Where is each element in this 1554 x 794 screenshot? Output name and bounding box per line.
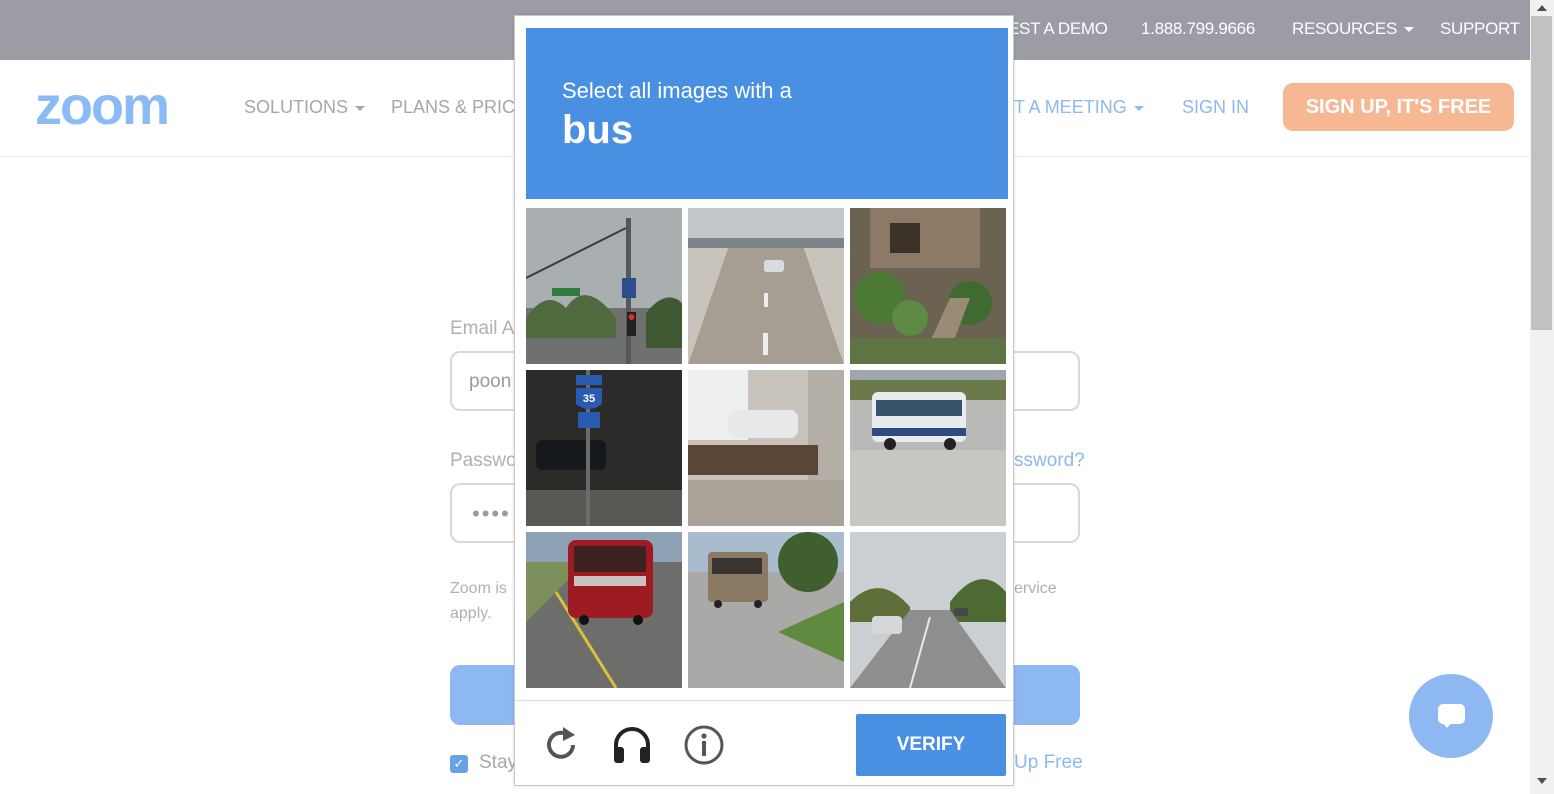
captcha-tile-2[interactable]	[688, 208, 844, 364]
chat-button[interactable]	[1409, 674, 1493, 758]
terms-of-service-link[interactable]: ervice	[1014, 580, 1057, 598]
password-mask: ••••	[472, 501, 511, 526]
audio-challenge-icon[interactable]	[610, 723, 654, 767]
chat-bubble-icon	[1438, 704, 1465, 724]
captcha-challenge-dialog: Select all images with a bus 35 VERIFY	[514, 15, 1014, 786]
nav-sign-in[interactable]: SIGN IN	[1182, 97, 1249, 118]
email-value: poon	[469, 371, 512, 392]
nav-host-meeting-label: T A MEETING	[1014, 97, 1127, 117]
nav-solutions[interactable]: SOLUTIONS	[244, 97, 366, 118]
email-label: Email A	[450, 318, 515, 339]
resources-label: RESOURCES	[1292, 19, 1397, 38]
captcha-image-grid: 35	[526, 208, 1008, 690]
captcha-tile-1[interactable]	[526, 208, 682, 364]
phone-number-link[interactable]: 1.888.799.9666	[1141, 19, 1255, 39]
scrollbar-thumb[interactable]	[1531, 16, 1552, 330]
captcha-footer: VERIFY	[515, 700, 1013, 787]
request-demo-link[interactable]: EST A DEMO	[1008, 19, 1108, 39]
terms-text-apply: apply.	[450, 605, 492, 622]
terms-text-left: Zoom is	[450, 580, 507, 597]
chevron-down-icon	[355, 105, 366, 111]
chevron-down-icon	[1404, 27, 1414, 33]
info-icon[interactable]	[682, 723, 726, 767]
zoom-logo[interactable]: zoom	[35, 76, 170, 136]
stay-signed-in-checkbox[interactable]: ✓	[450, 755, 468, 773]
verify-button[interactable]: VERIFY	[856, 714, 1006, 776]
captcha-prompt-header: Select all images with a bus	[526, 28, 1008, 199]
password-label: Passwo	[450, 450, 517, 471]
support-link[interactable]: SUPPORT	[1440, 19, 1520, 39]
nav-host-meeting[interactable]: T A MEETING	[1014, 97, 1144, 118]
captcha-tile-9[interactable]	[850, 532, 1006, 688]
captcha-tile-8[interactable]	[688, 532, 844, 688]
sign-up-free-link[interactable]: Up Free	[1014, 752, 1083, 774]
page-scrollbar[interactable]	[1530, 0, 1554, 794]
captcha-tile-5[interactable]	[688, 370, 844, 526]
stay-signed-in-label: Stay	[479, 752, 518, 773]
refresh-icon[interactable]	[539, 723, 583, 767]
scroll-down-arrow-icon[interactable]	[1537, 778, 1547, 784]
forgot-password-link[interactable]: ssword?	[1014, 450, 1085, 472]
captcha-instruction: Select all images with a	[562, 78, 792, 103]
nav-plans-pricing[interactable]: PLANS & PRICI	[391, 97, 520, 118]
svg-text:35: 35	[583, 393, 595, 405]
captcha-tile-6[interactable]	[850, 370, 1006, 526]
captcha-target-word: bus	[562, 108, 634, 152]
captcha-tile-4[interactable]: 35	[526, 370, 682, 526]
signup-free-button[interactable]: SIGN UP, IT'S FREE	[1283, 83, 1514, 131]
scroll-up-arrow-icon[interactable]	[1537, 5, 1547, 11]
captcha-tile-7[interactable]	[526, 532, 682, 688]
chevron-down-icon	[1133, 105, 1144, 111]
captcha-tile-3[interactable]	[850, 208, 1006, 364]
resources-menu[interactable]: RESOURCES	[1292, 19, 1414, 39]
nav-solutions-label: SOLUTIONS	[244, 97, 349, 117]
